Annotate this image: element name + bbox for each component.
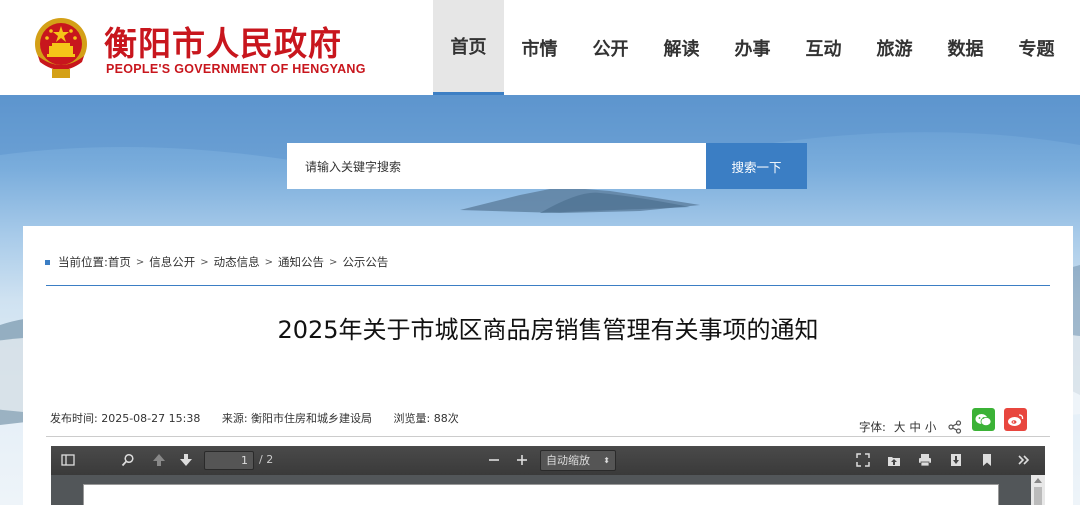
weibo-share-icon[interactable] <box>1004 408 1027 431</box>
site-title[interactable]: 衡阳市人民政府 <box>104 17 342 65</box>
pdf-viewer[interactable] <box>51 475 1045 505</box>
breadcrumb-item-home[interactable]: 首页 <box>108 254 131 270</box>
font-size-medium[interactable]: 中 <box>909 419 921 435</box>
breadcrumb-item-notices[interactable]: 通知公告 <box>278 254 324 270</box>
font-size-control: 字体: 大 中 小 <box>859 419 962 435</box>
search-button[interactable]: 搜索一下 <box>706 143 807 189</box>
nav-item-services[interactable]: 办事 <box>717 0 788 95</box>
search-icon[interactable] <box>121 453 135 467</box>
font-size-small[interactable]: 小 <box>925 419 937 435</box>
nav-item-data[interactable]: 数据 <box>930 0 1001 95</box>
breadcrumb-bullet-icon <box>45 259 50 265</box>
pdf-toolbar: 1 / 2 自动缩放 ⬍ <box>51 446 1045 475</box>
zoom-in-icon[interactable] <box>515 453 529 467</box>
breadcrumb-item-dynamic[interactable]: 动态信息 <box>214 254 260 270</box>
previous-page-icon[interactable] <box>152 453 166 467</box>
nav-item-interact[interactable]: 互动 <box>788 0 859 95</box>
chevron-right-icon: > <box>264 256 274 268</box>
view-count: 浏览量: 88次 <box>393 412 459 425</box>
sidebar-toggle-icon[interactable] <box>61 453 75 467</box>
download-icon[interactable] <box>949 453 963 467</box>
wechat-share-icon[interactable] <box>972 408 995 431</box>
breadcrumb-divider <box>46 285 1050 286</box>
scrollbar-thumb[interactable] <box>1034 487 1042 505</box>
nav-item-home[interactable]: 首页 <box>433 0 504 95</box>
nav-item-city-info[interactable]: 市情 <box>504 0 575 95</box>
chevron-right-icon: > <box>329 256 338 268</box>
tools-menu-icon[interactable] <box>1017 453 1031 467</box>
nav-item-interpret[interactable]: 解读 <box>646 0 717 95</box>
nav-item-topics[interactable]: 专题 <box>1001 0 1072 95</box>
site-subtitle: PEOPLE'S GOVERNMENT OF HENGYANG <box>106 62 366 76</box>
publish-time: 发布时间: 2025-08-27 15:38 <box>50 412 201 425</box>
nav-item-open[interactable]: 公开 <box>575 0 646 95</box>
content-card: 当前位置: 首页 > 信息公开 > 动态信息 > 通知公告 > 公示公告 202… <box>23 226 1073 505</box>
search-input[interactable]: 请输入关键字搜索 <box>287 143 707 189</box>
zoom-select[interactable]: 自动缩放 ⬍ <box>540 450 616 471</box>
bookmark-icon[interactable] <box>980 453 994 467</box>
chevron-right-icon: > <box>135 256 145 268</box>
zoom-select-value: 自动缩放 <box>546 454 590 467</box>
scroll-up-icon[interactable] <box>1034 478 1042 483</box>
next-page-icon[interactable] <box>179 453 193 467</box>
meta-divider <box>46 436 1050 437</box>
font-label: 字体: <box>859 420 886 434</box>
main-nav: 首页 市情 公开 解读 办事 互动 旅游 数据 专题 <box>433 0 1072 95</box>
article-meta: 发布时间: 2025-08-27 15:38 来源: 衡阳市住房和城乡建设局 浏… <box>50 410 477 426</box>
font-size-large[interactable]: 大 <box>894 419 906 435</box>
breadcrumb-prefix: 当前位置: <box>58 255 108 269</box>
zoom-out-icon[interactable] <box>487 453 501 467</box>
breadcrumb-item-public[interactable]: 公示公告 <box>342 254 388 270</box>
nav-item-tourism[interactable]: 旅游 <box>859 0 930 95</box>
pdf-scrollbar[interactable] <box>1031 475 1045 505</box>
breadcrumb: 当前位置: 首页 > 信息公开 > 动态信息 > 通知公告 > 公示公告 <box>45 254 388 270</box>
print-icon[interactable] <box>918 453 932 467</box>
open-file-icon[interactable] <box>887 453 901 467</box>
page-number-input[interactable]: 1 <box>204 451 254 470</box>
fullscreen-icon[interactable] <box>856 453 870 467</box>
share-icon[interactable] <box>948 420 962 434</box>
breadcrumb-item-info-open[interactable]: 信息公开 <box>149 254 195 270</box>
national-emblem-icon <box>35 18 87 78</box>
pdf-page <box>83 484 999 505</box>
chevron-updown-icon: ⬍ <box>603 456 610 465</box>
chevron-right-icon: > <box>200 256 209 268</box>
article-title: 2025年关于市城区商品房销售管理有关事项的通知 <box>277 316 819 344</box>
header: 衡阳市人民政府 PEOPLE'S GOVERNMENT OF HENGYANG … <box>0 0 1080 95</box>
article-source: 来源: 衡阳市住房和城乡建设局 <box>221 412 373 425</box>
page-total: / 2 <box>259 453 274 466</box>
